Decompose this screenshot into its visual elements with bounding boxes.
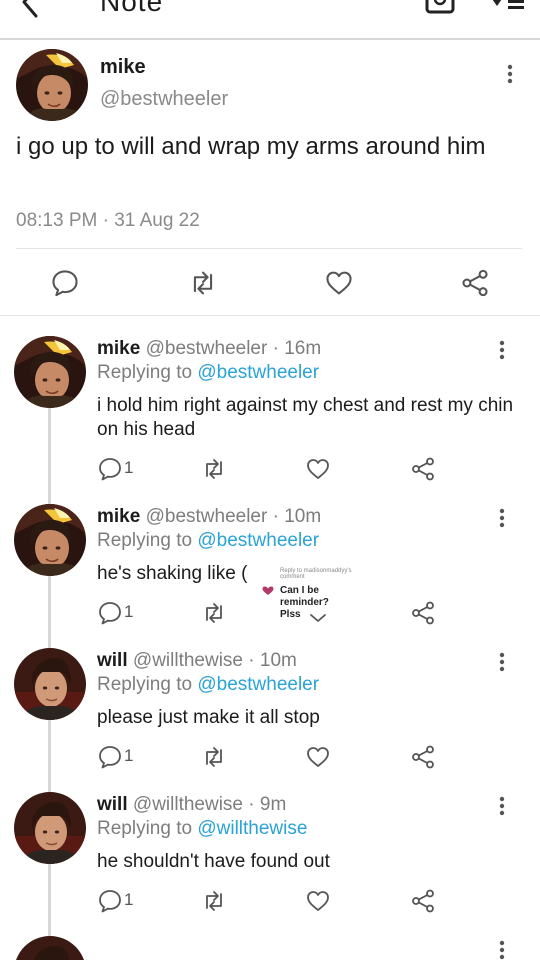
more-vertical-icon[interactable]: [497, 340, 507, 360]
chevron-down-icon: [310, 614, 326, 623]
more-vertical-icon[interactable]: [497, 796, 507, 816]
comment-button[interactable]: 1: [97, 888, 137, 914]
heart-icon[interactable]: [305, 888, 331, 914]
reply-text: please just make it all stop: [97, 707, 320, 728]
reply-header: mike @bestwheeler · 16m: [97, 338, 321, 360]
comment-icon[interactable]: [50, 268, 80, 298]
comment-icon: [97, 600, 123, 626]
more-vertical-icon[interactable]: [497, 652, 507, 672]
replying-to: Replying to @bestwheeler: [97, 674, 319, 696]
heart-icon[interactable]: [305, 744, 331, 770]
page-title: Note: [100, 0, 164, 17]
replying-prefix: Replying to: [97, 818, 193, 839]
comment-icon: [97, 888, 123, 914]
avatar[interactable]: [14, 936, 86, 960]
reply-text: he shouldn't have found out: [97, 851, 330, 872]
divider: [16, 248, 522, 249]
share-icon[interactable]: [410, 888, 436, 914]
more-vertical-icon[interactable]: [497, 508, 507, 528]
replying-to-link[interactable]: @bestwheeler: [197, 530, 319, 551]
comment-button[interactable]: 1: [97, 456, 137, 482]
avatar[interactable]: [14, 336, 86, 408]
reply-time: · 16m: [272, 338, 322, 359]
replying-prefix: Replying to: [97, 362, 193, 383]
reply-item: mike @bestwheeler · 16m Replying to @bes…: [0, 336, 540, 480]
replying-to: Replying to @willthewise: [97, 818, 307, 840]
comment-count: 1: [124, 458, 134, 477]
avatar[interactable]: [14, 792, 86, 864]
replying-to-link[interactable]: @bestwheeler: [197, 362, 319, 383]
author-name[interactable]: will: [97, 794, 128, 815]
reply-header: mike @bestwheeler · 10m: [97, 506, 321, 528]
overlay-comment: Reply to madisonmaddyy's comment Can I b…: [256, 566, 370, 620]
reply-item: will @willthewise · 10m Replying to @bes…: [0, 648, 540, 792]
camera-icon[interactable]: [425, 0, 455, 14]
main-post: mike @bestwheeler i go up to will and wr…: [0, 40, 540, 316]
share-icon[interactable]: [410, 456, 436, 482]
top-bar: Note: [0, 0, 540, 40]
author-name[interactable]: mike: [100, 56, 146, 79]
replying-to-link[interactable]: @willthewise: [197, 818, 307, 839]
comment-button[interactable]: 1: [97, 600, 137, 626]
retweet-icon[interactable]: [188, 268, 218, 298]
reply-time: · 9m: [248, 794, 287, 815]
author-name[interactable]: mike: [97, 506, 140, 527]
share-icon[interactable]: [460, 268, 490, 298]
sort-icon[interactable]: [488, 0, 526, 14]
replying-to: Replying to @bestwheeler: [97, 530, 319, 552]
back-arrow-icon[interactable]: [14, 0, 46, 18]
post-text: i go up to will and wrap my arms around …: [16, 133, 486, 160]
reply-text: i hold him right against my chest and re…: [97, 395, 514, 440]
more-vertical-icon[interactable]: [505, 64, 515, 84]
retweet-icon[interactable]: [201, 456, 227, 482]
heart-icon[interactable]: [305, 456, 331, 482]
reply-header: will @willthewise · 10m: [97, 650, 297, 672]
post-timestamp: 08:13 PM · 31 Aug 22: [16, 210, 200, 231]
overlay-question-line1: Can I be reminder?: [280, 585, 329, 608]
author-handle[interactable]: @willthewise: [133, 794, 243, 815]
comment-count: 1: [124, 602, 134, 621]
avatar[interactable]: [14, 648, 86, 720]
retweet-icon[interactable]: [201, 744, 227, 770]
heart-icon: [262, 586, 274, 595]
comment-icon: [97, 744, 123, 770]
retweet-icon[interactable]: [201, 888, 227, 914]
author-handle[interactable]: @bestwheeler: [146, 338, 268, 359]
avatar[interactable]: [14, 504, 86, 576]
comment-button[interactable]: 1: [97, 744, 137, 770]
reply-header: will @willthewise · 9m: [97, 794, 286, 816]
author-handle[interactable]: @bestwheeler: [100, 88, 228, 111]
heart-icon[interactable]: [324, 268, 354, 298]
comment-icon: [97, 456, 123, 482]
overlay-reply-to: Reply to madisonmaddyy's comment: [280, 568, 352, 580]
author-handle[interactable]: @bestwheeler: [146, 506, 268, 527]
comment-count: 1: [124, 746, 134, 765]
share-icon[interactable]: [410, 744, 436, 770]
retweet-icon[interactable]: [201, 600, 227, 626]
more-vertical-icon[interactable]: [497, 940, 507, 960]
avatar[interactable]: [16, 49, 88, 121]
replying-to: Replying to @bestwheeler: [97, 362, 319, 384]
reply-item: will @willthewise · 9m Replying to @will…: [0, 792, 540, 936]
replying-to-link[interactable]: @bestwheeler: [197, 674, 319, 695]
author-name[interactable]: mike: [97, 338, 140, 359]
reply-item-partial: [0, 936, 540, 960]
comment-count: 1: [124, 890, 134, 909]
share-icon[interactable]: [410, 600, 436, 626]
reply-time: · 10m: [272, 506, 322, 527]
author-name[interactable]: will: [97, 650, 128, 671]
reply-time: · 10m: [248, 650, 297, 671]
replying-prefix: Replying to: [97, 674, 193, 695]
author-handle[interactable]: @willthewise: [133, 650, 243, 671]
replying-prefix: Replying to: [97, 530, 193, 551]
